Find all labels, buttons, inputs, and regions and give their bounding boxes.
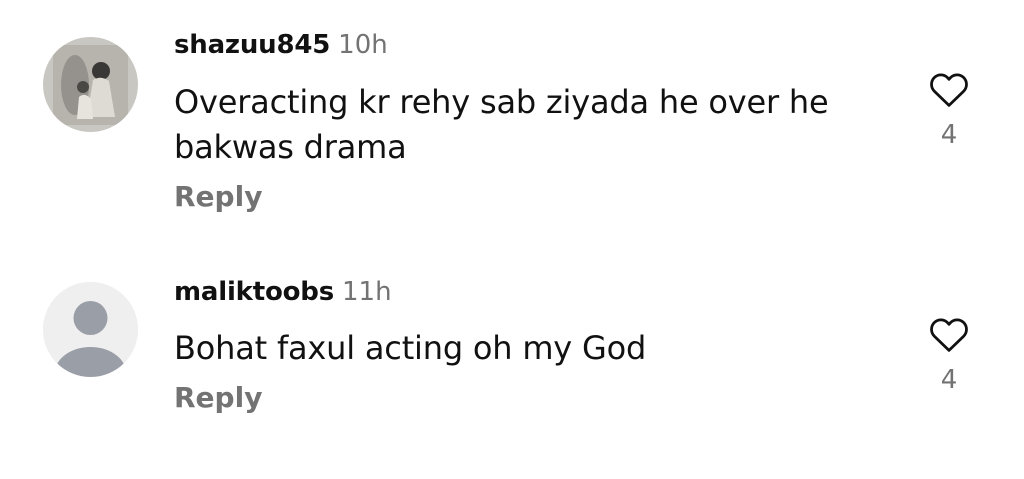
comment-text: Bohat faxul acting oh my God (174, 329, 647, 367)
comment-text: Overacting kr rehy sab ziyada he over he… (174, 83, 829, 166)
like-count: 4 (940, 120, 958, 150)
comment-item: maliktoobs 11h Bohat faxul acting oh my G… (0, 240, 1024, 479)
comment-meta: shazuu845 10h (174, 30, 388, 60)
avatar-photo-icon (43, 37, 138, 132)
comment-meta: maliktoobs 11h (174, 277, 392, 307)
comment-item: shazuu845 10h Overacting kr rehy sab ziya… (0, 0, 1024, 240)
timestamp: 11h (342, 277, 392, 307)
timestamp: 10h (338, 30, 388, 60)
heart-icon[interactable] (928, 315, 970, 353)
avatar[interactable] (43, 37, 138, 132)
like-section: 4 (924, 70, 974, 150)
reply-button[interactable]: Reply (174, 180, 262, 213)
avatar[interactable] (43, 282, 138, 377)
like-section: 4 (924, 315, 974, 395)
reply-button[interactable]: Reply (174, 381, 262, 414)
username[interactable]: shazuu845 (174, 30, 330, 60)
like-count: 4 (940, 365, 958, 395)
username[interactable]: maliktoobs (174, 277, 334, 307)
default-user-icon (43, 282, 138, 377)
heart-icon[interactable] (928, 70, 970, 108)
